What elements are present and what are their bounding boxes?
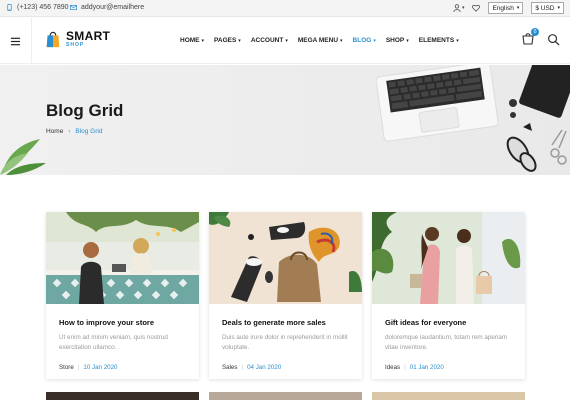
- phone-icon: [7, 4, 12, 11]
- mail-icon: [70, 5, 77, 10]
- desk-laptop-image: [375, 65, 570, 172]
- heart-icon[interactable]: [472, 4, 481, 12]
- main-header: SMART SHOP HOME ▾ PAGES ▾ ACCOUNT ▾ MEGA ME…: [0, 18, 570, 64]
- nav-home[interactable]: HOME ▾: [180, 37, 204, 44]
- main-nav: HOME ▾ PAGES ▾ ACCOUNT ▾ MEGA MENU ▾ BLOG ▾ S…: [180, 37, 459, 44]
- chevron-down-icon: ▾: [373, 37, 376, 44]
- user-icon: [453, 4, 461, 12]
- blog-title[interactable]: Gift ideas for everyone: [385, 318, 512, 327]
- blog-card-peek[interactable]: [46, 392, 199, 400]
- meta-divider: |: [241, 364, 244, 371]
- nav-account[interactable]: ACCOUNT ▾: [251, 37, 288, 44]
- blog-card[interactable]: Gift ideas for everyone doloremque lauda…: [372, 212, 525, 379]
- nav-pages[interactable]: PAGES ▾: [214, 37, 241, 44]
- blog-card[interactable]: How to improve your store Ut enim ad min…: [46, 212, 199, 379]
- blog-title[interactable]: Deals to generate more sales: [222, 318, 349, 327]
- blog-category[interactable]: Store: [59, 364, 74, 371]
- nav-blog[interactable]: BLOG ▾: [353, 37, 376, 44]
- phone-number: (+123) 456 7890: [17, 4, 69, 11]
- blog-grid-row-2: [46, 392, 526, 400]
- cart-button[interactable]: 0: [521, 28, 539, 46]
- nav-label: BLOG: [352, 37, 372, 44]
- email-contact[interactable]: addyour@emailhere: [70, 4, 144, 11]
- blog-date: 01 Jan 2020: [409, 364, 444, 371]
- site-logo[interactable]: SMART SHOP: [44, 30, 110, 48]
- nav-label: PAGES: [214, 37, 237, 44]
- blog-card[interactable]: Deals to generate more sales Duis aute i…: [209, 212, 362, 379]
- currency-value: $ USD: [535, 4, 555, 12]
- nav-label: MEGA MENU: [297, 37, 339, 44]
- language-value: English: [492, 4, 514, 12]
- email-address: addyour@emailhere: [81, 4, 145, 11]
- search-icon[interactable]: [547, 33, 560, 46]
- nav-label: HOME: [180, 37, 200, 44]
- phone-contact[interactable]: (+123) 456 7890: [6, 4, 69, 11]
- chevron-right-icon: ›: [68, 128, 71, 135]
- menu-button[interactable]: [0, 18, 32, 64]
- cart-count-badge: 0: [531, 28, 539, 36]
- blog-excerpt: Duis aute irure dolor in reprehenderit i…: [222, 334, 348, 351]
- blog-card-peek[interactable]: [209, 392, 362, 400]
- blog-category[interactable]: Sales: [222, 364, 237, 371]
- chevron-down-icon: ▾: [340, 37, 343, 44]
- blog-image-ideas[interactable]: [372, 212, 525, 304]
- chevron-down-icon: ▾: [456, 37, 459, 44]
- nav-label: ACCOUNT: [250, 37, 284, 44]
- chevron-down-icon: ▾: [201, 37, 205, 44]
- chevron-down-icon: ▾: [285, 37, 288, 44]
- chevron-down-icon: ▾: [238, 37, 241, 44]
- blog-excerpt: Ut enim ad minim veniam, quis nostrud ex…: [59, 334, 168, 351]
- blog-date: 10 Jan 2020: [83, 364, 118, 371]
- plant-leaf-decoration: [0, 139, 46, 175]
- top-bar: (+123) 456 7890 addyour@emailhere ▾ Engl…: [0, 0, 570, 17]
- blog-title[interactable]: How to improve your store: [59, 318, 186, 327]
- nav-mega-menu[interactable]: MEGA MENU ▾: [298, 37, 343, 44]
- blog-grid: How to improve your store Ut enim ad min…: [46, 212, 526, 379]
- blog-category[interactable]: Ideas: [385, 364, 400, 371]
- blog-date: 04 Jan 2020: [247, 364, 282, 371]
- chevron-down-icon: ▾: [516, 5, 520, 11]
- nav-label: SHOP: [385, 37, 405, 44]
- nav-shop[interactable]: SHOP ▾: [386, 37, 409, 44]
- blog-meta: Sales | 04 Jan 2020: [222, 364, 349, 371]
- chevron-down-icon: ▾: [406, 37, 409, 44]
- meta-divider: |: [404, 364, 406, 371]
- blog-meta: Ideas | 01 Jan 2020: [385, 364, 512, 371]
- logo-text: SMART: [66, 29, 111, 43]
- chevron-down-icon: ▾: [461, 5, 465, 11]
- chevron-down-icon: ▾: [557, 5, 560, 11]
- blog-card-peek[interactable]: [372, 392, 525, 400]
- breadcrumb-home[interactable]: Home: [46, 128, 63, 135]
- breadcrumb-current: Blog Grid: [75, 128, 103, 135]
- shopping-bag-logo-icon: [46, 31, 60, 48]
- page-hero: Blog Grid Home › Blog Grid: [0, 65, 570, 175]
- nav-elements[interactable]: ELEMENTS ▾: [419, 37, 459, 44]
- menu-icon: [10, 37, 21, 45]
- account-menu[interactable]: ▾: [453, 4, 465, 12]
- blog-meta: Store | 10 Jan 2020: [59, 364, 186, 371]
- language-select[interactable]: English ▾: [488, 2, 524, 14]
- currency-select[interactable]: $ USD ▾: [531, 2, 564, 14]
- nav-label: ELEMENTS: [418, 37, 455, 44]
- page-title: Blog Grid: [46, 101, 124, 120]
- blog-image-store[interactable]: [46, 212, 199, 304]
- blog-image-sales[interactable]: [209, 212, 362, 304]
- breadcrumb: Home › Blog Grid: [46, 128, 102, 135]
- meta-divider: |: [77, 364, 80, 371]
- blog-excerpt: doloremque laudantium, totam rem aperiam…: [385, 334, 508, 351]
